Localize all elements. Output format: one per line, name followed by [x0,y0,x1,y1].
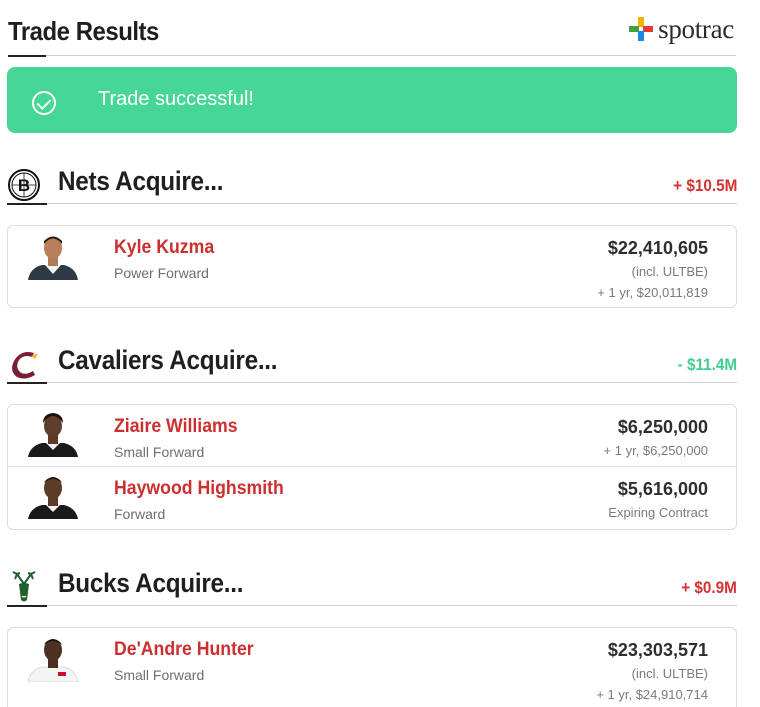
player-row[interactable]: Ziaire Williams Small Forward $6,250,000… [8,405,736,467]
contract-detail: Expiring Contract [608,505,708,520]
player-headshot [27,639,79,682]
spotrac-logo[interactable]: spotrac [628,14,734,44]
player-name[interactable]: De'Andre Hunter [114,639,254,661]
player-row[interactable]: Kyle Kuzma Power Forward $22,410,605 (in… [8,226,736,307]
player-salary: $23,303,571 [607,640,708,660]
bucks-section: Bucks Acquire... + $0.9M De'Andre Hunter… [7,566,737,707]
player-row[interactable]: Haywood Highsmith Forward $5,616,000 Exp… [8,467,736,529]
cap-change: + $10.5M [672,176,737,195]
bucks-logo-icon [12,571,36,602]
check-circle-icon [32,91,56,115]
player-headshot [28,477,78,519]
player-name[interactable]: Ziaire Williams [114,416,238,438]
cap-change: - $11.4M [677,355,737,374]
player-position: Small Forward [114,667,205,683]
contract-detail: + 1 yr, $24,910,714 [596,687,708,702]
title-underline [8,55,46,57]
player-name[interactable]: Haywood Highsmith [114,478,284,500]
section-title: Nets Acquire... [58,166,224,196]
contract-detail: + 1 yr, $20,011,819 [597,285,708,300]
section-underline [7,382,47,384]
player-headshot [28,413,78,457]
spotrac-logo-text: spotrac [658,13,734,44]
section-underline [7,605,47,607]
player-position: Power Forward [114,265,209,281]
spotrac-logo-icon [629,17,654,41]
player-headshot [28,236,78,280]
nets-section: B Nets Acquire... + $10.5M Kyle Kuzma Po… [7,164,737,308]
player-position: Small Forward [114,444,205,460]
salary-note: (incl. ULTBE) [631,666,708,681]
player-position: Forward [114,506,166,522]
nets-logo-icon: B [8,169,40,201]
cavaliers-logo-icon [12,352,38,379]
player-salary: $6,250,000 [617,417,708,437]
cap-change: + $0.9M [681,578,737,597]
page-title: Trade Results [8,16,159,46]
cavaliers-section: Cavaliers Acquire... - $11.4M Ziaire Wil… [7,343,737,530]
salary-note: (incl. ULTBE) [631,264,708,279]
section-header: Cavaliers Acquire... - $11.4M [7,343,737,384]
player-row[interactable]: De'Andre Hunter Small Forward $23,303,57… [8,628,736,707]
player-card: Kyle Kuzma Power Forward $22,410,605 (in… [7,225,737,308]
player-card: Ziaire Williams Small Forward $6,250,000… [7,404,737,530]
player-salary: $5,616,000 [617,479,708,499]
section-header: Bucks Acquire... + $0.9M [7,566,737,607]
player-card: De'Andre Hunter Small Forward $23,303,57… [7,627,737,707]
section-underline [7,203,47,205]
success-banner: Trade successful! [7,67,737,133]
success-message: Trade successful! [98,88,254,110]
page-header: Trade Results spotrac [8,14,736,57]
contract-detail: + 1 yr, $6,250,000 [603,443,708,458]
section-title: Cavaliers Acquire... [58,345,278,375]
player-name[interactable]: Kyle Kuzma [114,237,214,259]
player-salary: $22,410,605 [607,238,708,258]
section-header: B Nets Acquire... + $10.5M [7,164,737,205]
section-title: Bucks Acquire... [58,568,244,598]
